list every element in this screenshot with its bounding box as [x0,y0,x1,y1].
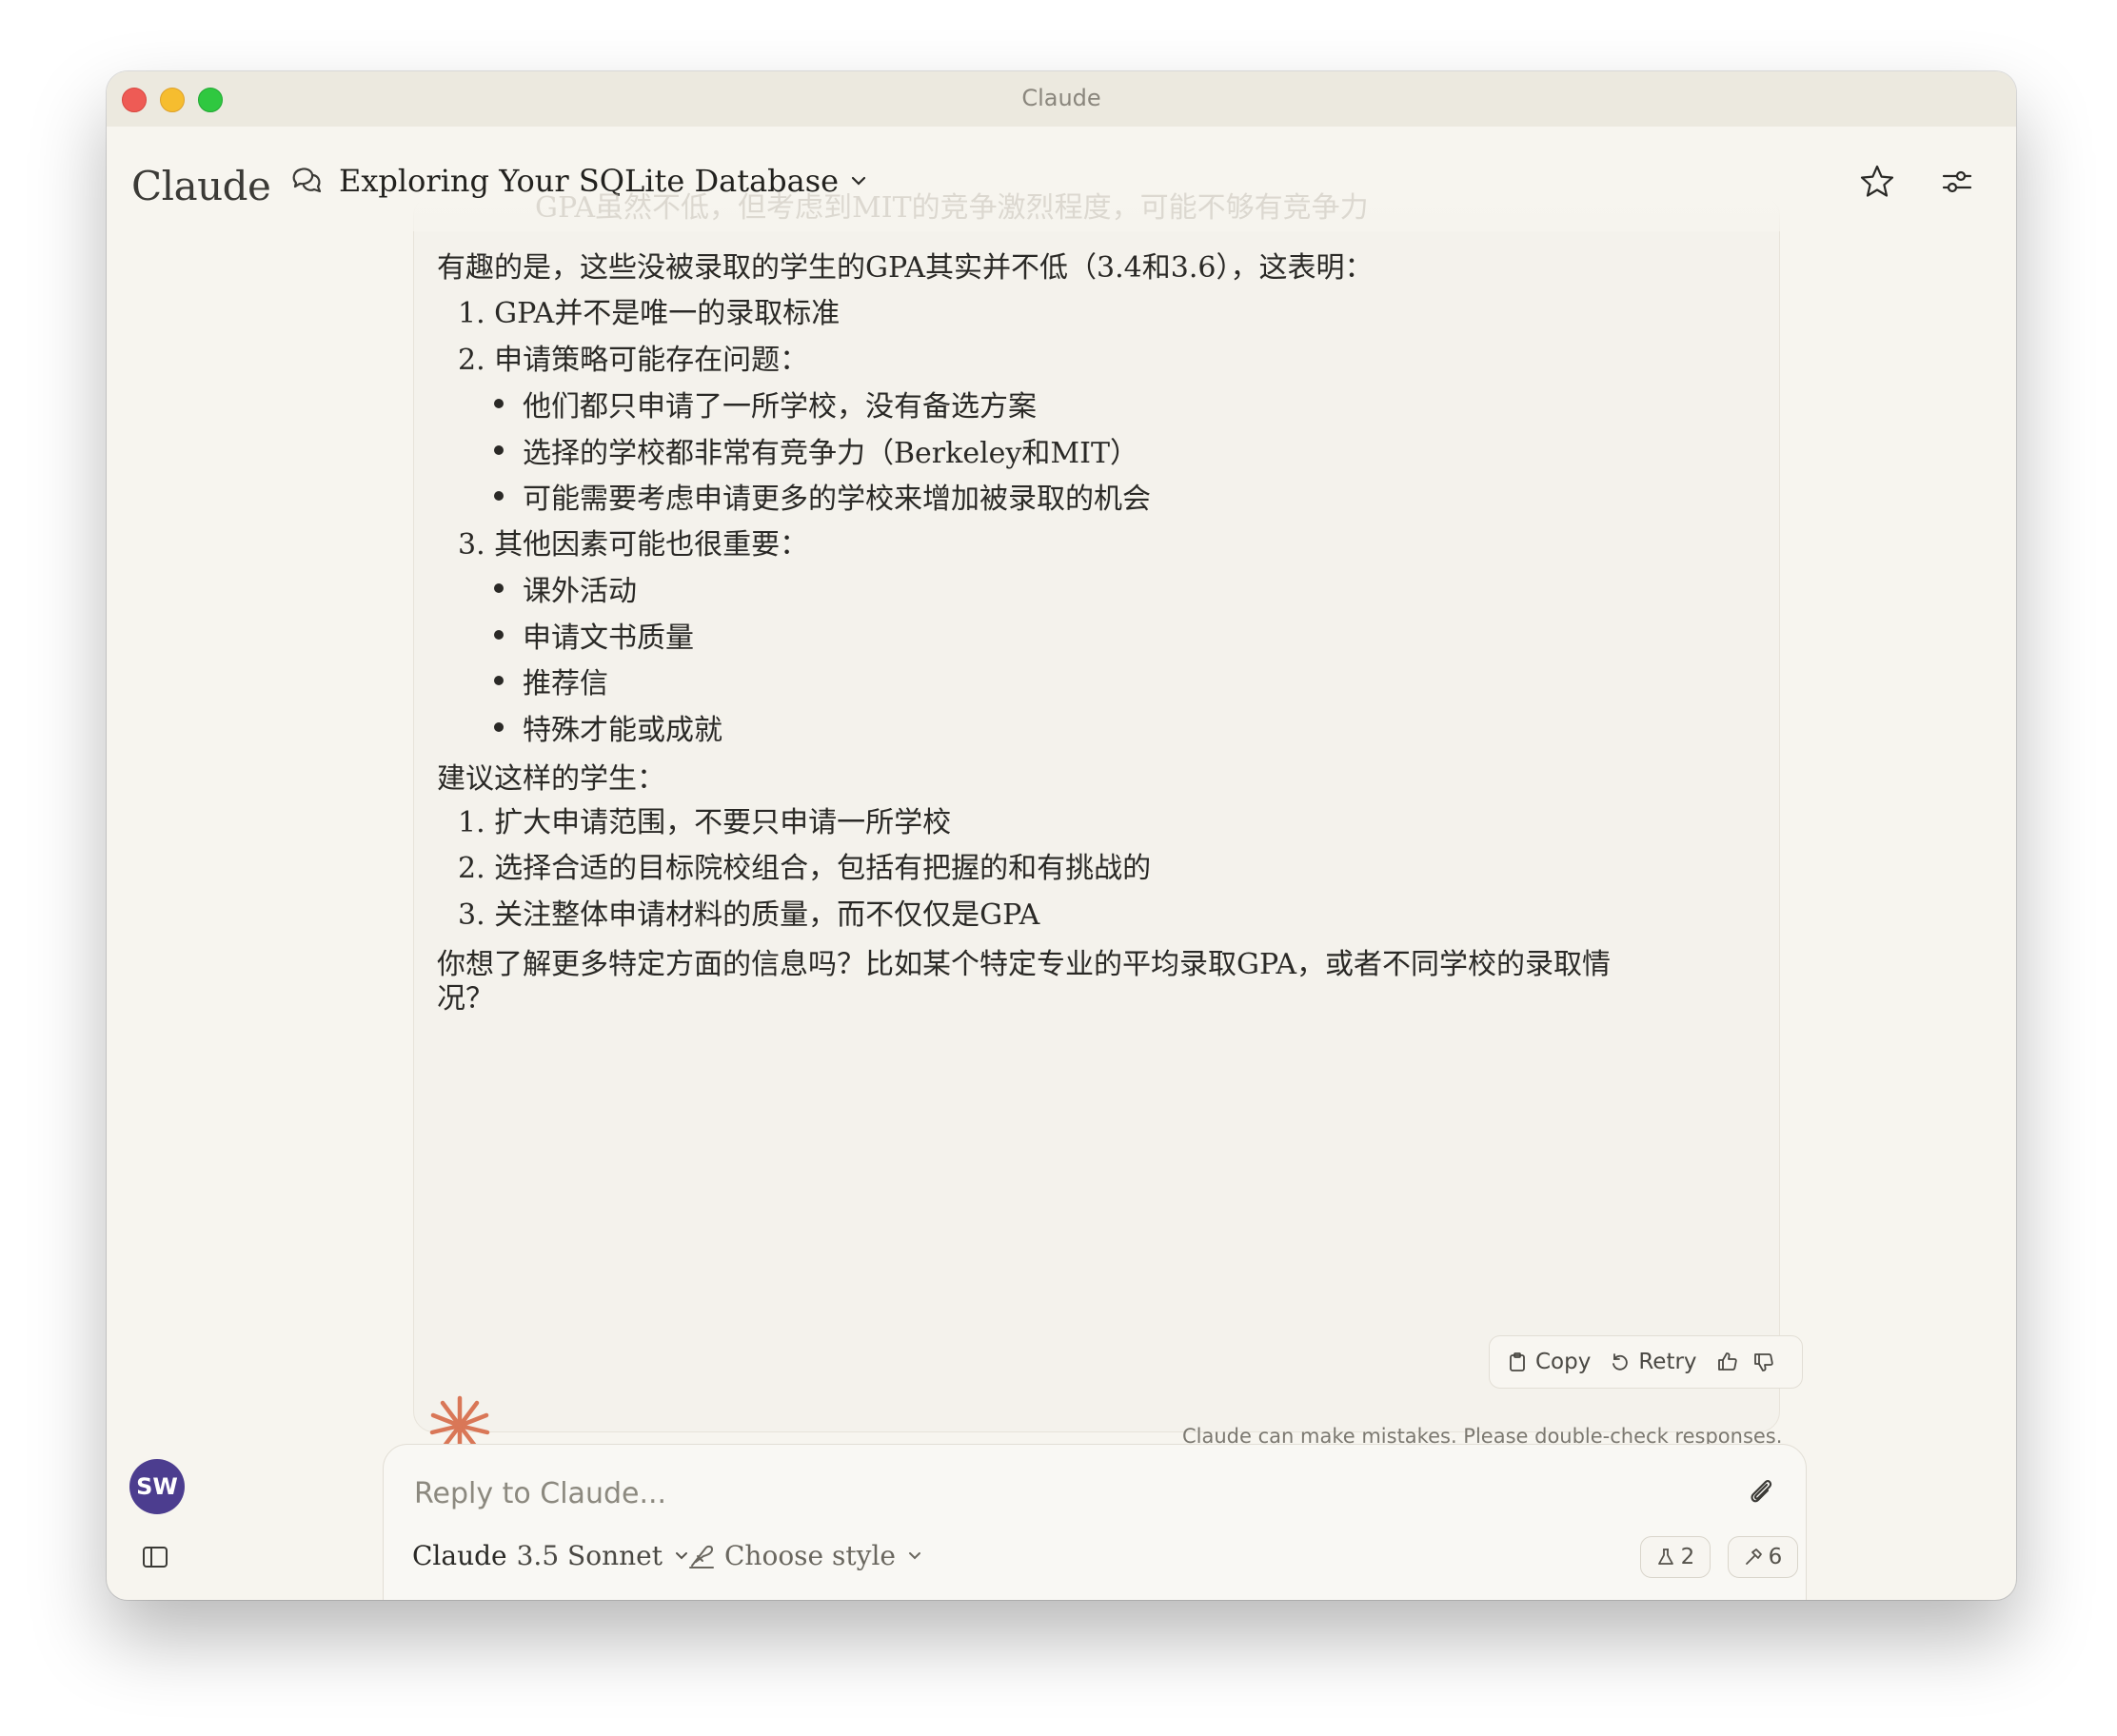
list-item: 2. 选择合适的目标院校组合，包括有把握的和有挑战的 [458,852,1152,885]
flask-counter-button[interactable]: 2 [1640,1536,1711,1578]
claude-logo[interactable]: Claude [131,163,271,209]
sliders-icon[interactable] [1938,163,1976,201]
clipboard-icon [1510,1352,1525,1371]
message-actions: Copy Retry [1489,1335,1803,1389]
quill-icon [689,1545,714,1568]
tools-counter-button[interactable]: 6 [1728,1536,1798,1578]
chevron-down-icon [908,1551,920,1559]
list-item: 1. GPA并不是唯一的录取标准 [458,297,841,330]
retry-button[interactable]: Retry [1610,1350,1697,1374]
user-avatar[interactable]: SW [129,1459,185,1514]
bullet-item: 课外活动 [494,567,637,609]
window-title: Claude [1021,85,1101,111]
app-window: Claude Claude Exploring Your SQLite Data… [107,71,2016,1600]
bullet-item: 申请文书质量 [494,614,694,656]
message-intro: 有趣的是，这些没被录取的学生的GPA其实并不低（3.4和3.6），这表明： [437,251,1374,285]
list-item: 3. 其他因素可能也很重要： [458,528,809,562]
bullet-item: 可能需要考虑申请更多的学校来增加被录取的机会 [494,475,1151,517]
thumbs-up-icon[interactable] [1716,1351,1739,1373]
hammer-icon [1745,1549,1762,1565]
closing-question: 你想了解更多特定方面的信息吗？比如某个特定专业的平均录取GPA，或者不同学校的录… [437,948,1612,981]
copy-button[interactable]: Copy [1507,1350,1591,1374]
composer: Claude 3.5 Sonnet Choose style 2 6 [383,1444,1807,1600]
list-item: 2. 申请策略可能存在问题： [458,344,809,377]
advice-heading: 建议这样的学生： [437,762,665,796]
scrolled-text-fragment: GPA虽然不低，但考虑到MIT的竞争激烈程度，可能不够有竞争力 [535,191,1369,225]
chat-bubbles-icon [292,168,322,193]
list-item: 1. 扩大申请范围，不要只申请一所学校 [458,806,952,839]
retry-icon [1612,1353,1629,1371]
bullet-item: 选择的学校都非常有竞争力（Berkeley和MIT） [494,429,1138,471]
thumbs-down-icon[interactable] [1752,1351,1775,1373]
style-selector[interactable]: Choose style [686,1540,924,1571]
title-bar: Claude [107,71,2016,127]
reply-input[interactable] [412,1471,1653,1515]
flask-icon [1657,1549,1673,1565]
list-item: 3. 关注整体申请材料的质量，而不仅仅是GPA [458,898,1040,932]
star-icon[interactable] [1858,163,1896,201]
bullet-item: 推荐信 [494,660,608,701]
sidebar-toggle-icon[interactable] [141,1543,169,1571]
model-selector[interactable]: Claude 3.5 Sonnet [412,1540,691,1571]
paperclip-icon[interactable] [1743,1473,1777,1508]
closing-question-cont: 况？ [437,982,494,1016]
bullet-item: 他们都只申请了一所学校，没有备选方案 [494,383,1037,424]
assistant-message: 有趣的是，这些没被录取的学生的GPA其实并不低（3.4和3.6），这表明： 1.… [413,195,1780,1432]
bullet-item: 特殊才能或成就 [494,706,722,748]
